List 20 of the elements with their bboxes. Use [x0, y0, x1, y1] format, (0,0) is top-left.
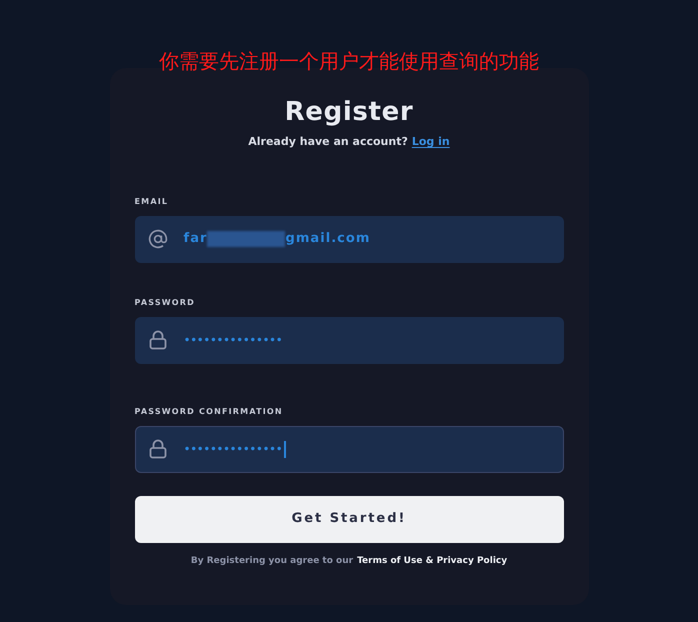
text-cursor [284, 440, 286, 458]
lock-icon [148, 439, 166, 459]
terms-link[interactable]: Terms of Use & Privacy Policy [357, 554, 508, 568]
login-prompt: Already have an account? [248, 134, 408, 150]
field-label: EMAIL [134, 196, 170, 208]
notice-text: 你需要先注册一个用户才能使用查询的功能 [159, 50, 539, 75]
terms-text: By Registering you agree to our [190, 554, 354, 568]
field-label: PASSWORD [134, 296, 196, 308]
lock-icon [148, 330, 166, 350]
password-field[interactable]: ••••••••••••••• [134, 426, 564, 472]
field-value: ••••••••••••••• [184, 440, 286, 458]
at-sign-icon [148, 229, 168, 249]
get-started-button[interactable]: Get Started! [134, 496, 564, 542]
password-field[interactable]: ••••••••••••••• [134, 316, 564, 364]
login-link[interactable]: Log in [412, 134, 450, 150]
field-value: ••••••••••••••• [184, 332, 282, 349]
field-value: far gmail.com [184, 230, 370, 249]
field-label: PASSWORD CONFIRMATION [134, 406, 284, 418]
page-title: Register [284, 96, 414, 128]
email-field[interactable]: far gmail.com [134, 216, 564, 262]
